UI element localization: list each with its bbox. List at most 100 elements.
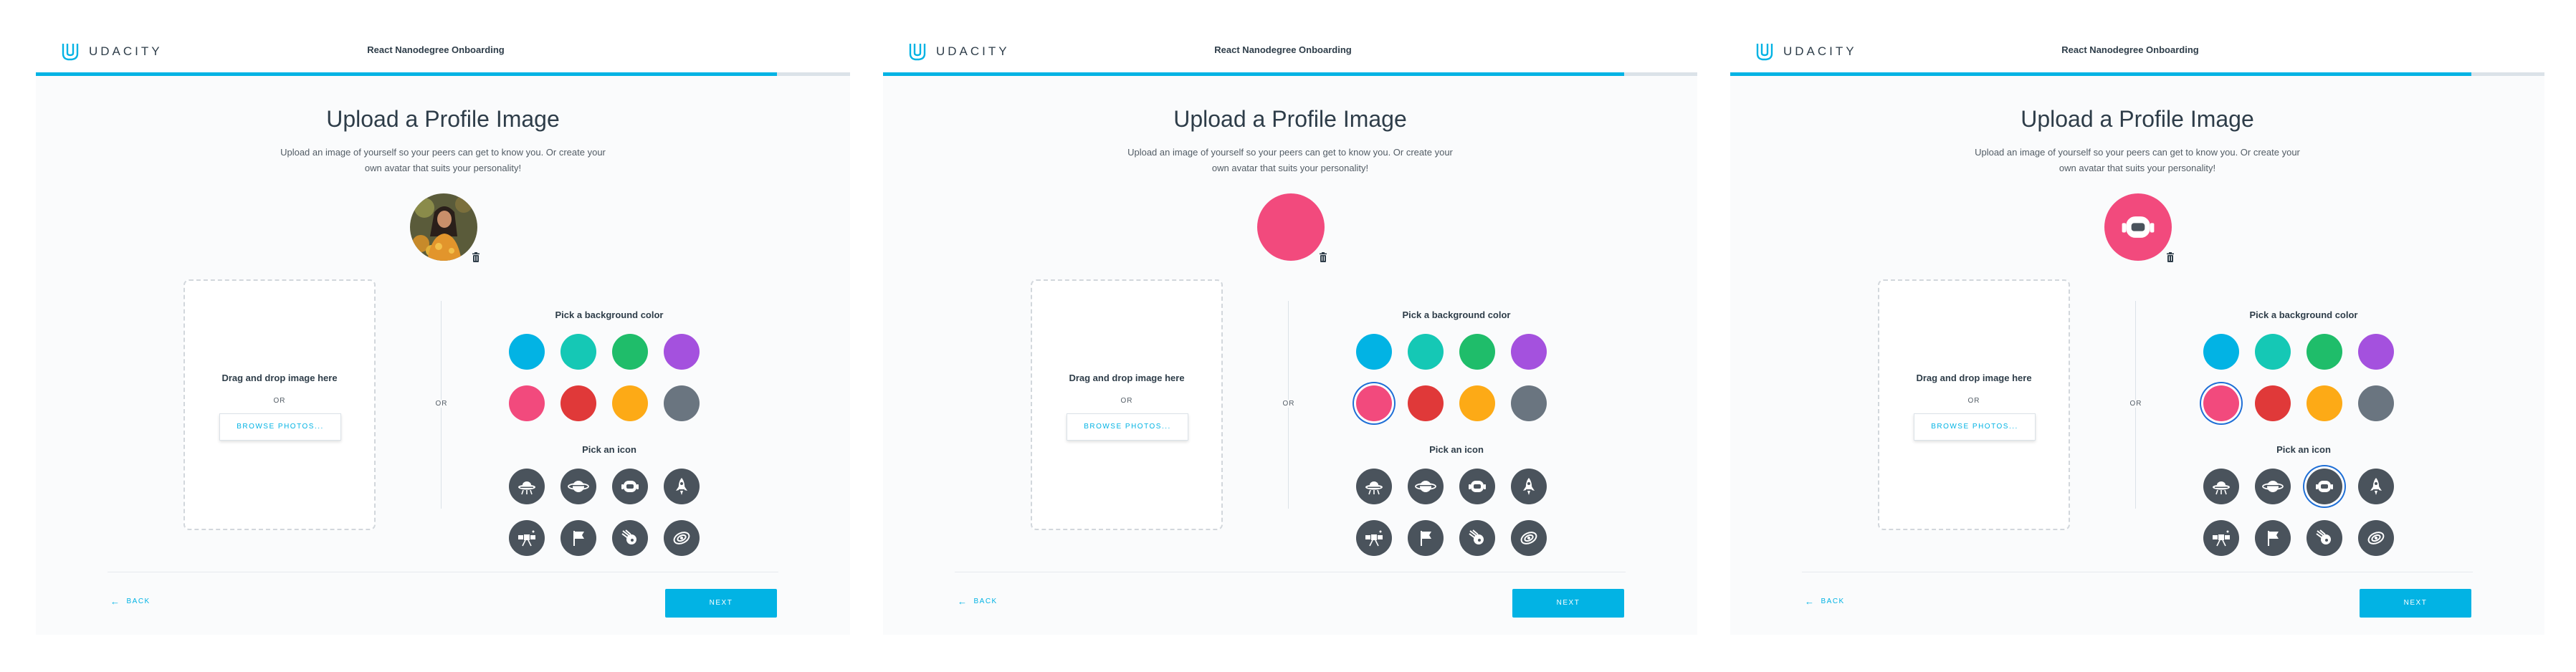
page-title: Upload a Profile Image bbox=[1173, 106, 1407, 132]
progress-fill bbox=[36, 72, 777, 76]
color-swatch[interactable] bbox=[2307, 385, 2342, 421]
icon-option-satellite[interactable] bbox=[509, 520, 545, 556]
icon-option-flag[interactable] bbox=[1408, 520, 1444, 556]
galaxy-icon bbox=[673, 532, 690, 544]
icon-option-ufo[interactable] bbox=[509, 469, 545, 504]
rocket-icon bbox=[2370, 478, 2382, 495]
onboarding-screens: UDACITY React Nanodegree Onboarding Uplo… bbox=[0, 0, 2576, 672]
color-swatch[interactable] bbox=[1356, 385, 1392, 421]
image-dropzone[interactable]: Drag and drop image here OR BROWSE PHOTO… bbox=[1878, 279, 2070, 530]
image-dropzone[interactable]: Drag and drop image here OR BROWSE PHOTO… bbox=[1031, 279, 1223, 530]
icon-option-ufo[interactable] bbox=[2203, 469, 2239, 504]
trash-icon[interactable] bbox=[472, 252, 480, 262]
icon-option-rocket[interactable] bbox=[664, 469, 700, 504]
satellite-icon bbox=[518, 530, 535, 547]
icon-option-satellite[interactable] bbox=[2203, 520, 2239, 556]
flag-icon bbox=[573, 531, 584, 546]
icon-option-galaxy[interactable] bbox=[1511, 520, 1547, 556]
icon-option-comet[interactable] bbox=[2307, 520, 2342, 556]
icon-option-galaxy[interactable] bbox=[664, 520, 700, 556]
page-subtitle: Upload an image of yourself so your peer… bbox=[280, 147, 606, 173]
color-swatch[interactable] bbox=[664, 334, 700, 370]
icon-option-comet[interactable] bbox=[612, 520, 648, 556]
planet-icon bbox=[2262, 481, 2284, 492]
onboarding-panel-2: UDACITY React Nanodegree Onboarding Uplo… bbox=[883, 29, 1697, 635]
color-section-label: Pick a background color bbox=[1402, 309, 1511, 320]
next-button[interactable]: NEXT bbox=[2360, 589, 2471, 618]
color-swatch[interactable] bbox=[664, 385, 700, 421]
header: UDACITY React Nanodegree Onboarding bbox=[36, 29, 850, 76]
galaxy-icon bbox=[2367, 532, 2385, 544]
color-swatch[interactable] bbox=[560, 385, 596, 421]
icon-option-planet[interactable] bbox=[2255, 469, 2291, 504]
back-label: BACK bbox=[973, 597, 998, 605]
course-title: React Nanodegree Onboarding bbox=[1214, 44, 1352, 55]
icon-option-planet[interactable] bbox=[1408, 469, 1444, 504]
icon-option-galaxy[interactable] bbox=[2358, 520, 2394, 556]
color-swatch[interactable] bbox=[509, 385, 545, 421]
color-swatch[interactable] bbox=[2203, 385, 2239, 421]
icon-option-astronaut-helmet[interactable] bbox=[1459, 469, 1495, 504]
or-divider-label: OR bbox=[435, 400, 448, 408]
avatar-preview bbox=[410, 193, 477, 261]
icon-grid bbox=[509, 469, 710, 556]
icon-option-flag[interactable] bbox=[2255, 520, 2291, 556]
color-swatch[interactable] bbox=[2255, 334, 2291, 370]
galaxy-icon bbox=[1520, 532, 1537, 544]
icon-option-rocket[interactable] bbox=[1511, 469, 1547, 504]
next-button[interactable]: NEXT bbox=[665, 589, 777, 618]
page-subtitle: Upload an image of yourself so your peer… bbox=[1975, 147, 2300, 173]
icon-option-astronaut-helmet[interactable] bbox=[2307, 469, 2342, 504]
flag-icon bbox=[2268, 531, 2279, 546]
color-swatch[interactable] bbox=[1511, 334, 1547, 370]
back-button[interactable]: ← BACK bbox=[110, 596, 151, 607]
color-swatch[interactable] bbox=[1356, 334, 1392, 370]
icon-option-rocket[interactable] bbox=[2358, 469, 2394, 504]
color-swatch[interactable] bbox=[2307, 334, 2342, 370]
color-swatch[interactable] bbox=[2358, 334, 2394, 370]
profile-photo bbox=[410, 193, 477, 261]
back-label: BACK bbox=[1821, 597, 1845, 605]
color-swatch[interactable] bbox=[509, 334, 545, 370]
color-swatch[interactable] bbox=[1408, 334, 1444, 370]
progress-bar bbox=[883, 72, 1697, 76]
astronaut-helmet-icon bbox=[1469, 481, 1486, 492]
back-button[interactable]: ← BACK bbox=[1805, 596, 1845, 607]
ufo-icon bbox=[2213, 481, 2230, 495]
color-swatch[interactable] bbox=[612, 385, 648, 421]
back-button[interactable]: ← BACK bbox=[958, 596, 998, 607]
browse-photos-button[interactable]: BROWSE PHOTOS... bbox=[1914, 413, 2036, 441]
trash-icon[interactable] bbox=[1319, 252, 1327, 262]
icon-option-ufo[interactable] bbox=[1356, 469, 1392, 504]
icon-option-astronaut-helmet[interactable] bbox=[612, 469, 648, 504]
comet-icon bbox=[2316, 529, 2331, 544]
color-swatch[interactable] bbox=[560, 334, 596, 370]
color-swatch[interactable] bbox=[1511, 385, 1547, 421]
color-swatch[interactable] bbox=[1408, 385, 1444, 421]
image-dropzone[interactable]: Drag and drop image here OR BROWSE PHOTO… bbox=[183, 279, 376, 530]
onboarding-panel-1: UDACITY React Nanodegree Onboarding Uplo… bbox=[36, 29, 850, 635]
dropzone-or: OR bbox=[1120, 397, 1133, 405]
browse-photos-button[interactable]: BROWSE PHOTOS... bbox=[219, 413, 341, 441]
color-swatch[interactable] bbox=[1459, 334, 1495, 370]
color-swatch[interactable] bbox=[612, 334, 648, 370]
page-subtitle: Upload an image of yourself so your peer… bbox=[1127, 147, 1453, 173]
icon-grid bbox=[1356, 469, 1557, 556]
trash-icon[interactable] bbox=[2166, 252, 2175, 262]
color-swatch[interactable] bbox=[2255, 385, 2291, 421]
icon-option-satellite[interactable] bbox=[1356, 520, 1392, 556]
header: UDACITY React Nanodegree Onboarding bbox=[1730, 29, 2544, 76]
next-button[interactable]: NEXT bbox=[1512, 589, 1624, 618]
dropzone-or: OR bbox=[273, 397, 286, 405]
icon-option-flag[interactable] bbox=[560, 520, 596, 556]
icon-option-comet[interactable] bbox=[1459, 520, 1495, 556]
color-swatch-grid bbox=[1356, 334, 1557, 421]
satellite-icon bbox=[1365, 530, 1383, 547]
color-swatch[interactable] bbox=[2358, 385, 2394, 421]
or-divider-label: OR bbox=[2129, 400, 2142, 408]
color-swatch[interactable] bbox=[2203, 334, 2239, 370]
icon-option-planet[interactable] bbox=[560, 469, 596, 504]
color-swatch[interactable] bbox=[1459, 385, 1495, 421]
browse-photos-button[interactable]: BROWSE PHOTOS... bbox=[1067, 413, 1188, 441]
satellite-icon bbox=[2213, 530, 2230, 547]
